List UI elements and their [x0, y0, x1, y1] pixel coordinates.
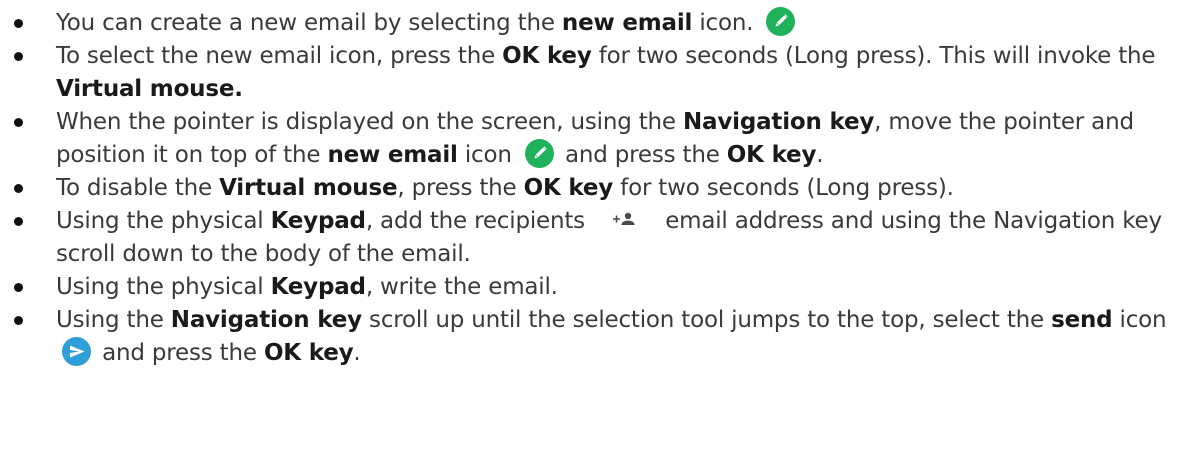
list-item: You can create a new email by selecting … [8, 7, 1201, 40]
list-item: When the pointer is displayed on the scr… [8, 106, 1201, 172]
text-run: scroll up until the selection tool jumps… [361, 307, 1052, 333]
text-run: and press the [557, 142, 727, 168]
text-run: icon. [692, 10, 761, 36]
emphasized-term: Keypad [270, 274, 366, 300]
pencil-icon [766, 7, 796, 36]
list-item: To disable the Virtual mouse, press the … [8, 172, 1201, 205]
list-item: Using the physical Keypad, write the ema… [8, 271, 1201, 304]
text-run: Using the physical [56, 274, 271, 300]
instruction-list: You can create a new email by selecting … [0, 7, 1201, 370]
text-run: You can create a new email by selecting … [56, 10, 562, 36]
list-item: Using the physical Keypad, add the recip… [8, 205, 1201, 271]
text-run: , press the [397, 175, 524, 201]
emphasized-term: Navigation key [170, 307, 362, 333]
add-person-icon [604, 205, 645, 234]
list-item: To select the new email icon, press the … [8, 40, 1201, 106]
list-item: Using the Navigation key scroll up until… [8, 304, 1201, 370]
text-run: When the pointer is displayed on the scr… [56, 109, 683, 135]
text-run: Using the [56, 307, 171, 333]
text-run: , add the recipients [365, 208, 593, 234]
emphasized-term: send [1051, 307, 1113, 333]
send-icon [62, 337, 91, 366]
emphasized-term: OK key [726, 142, 817, 168]
text-run: icon [1112, 307, 1167, 333]
text-run: . [353, 340, 361, 366]
emphasized-term: OK key [263, 340, 354, 366]
text-run: for two seconds (Long press). This will … [591, 43, 1156, 69]
emphasized-term: new email [327, 142, 458, 168]
emphasized-term: Navigation key [683, 109, 875, 135]
emphasized-term: Virtual mouse. [56, 76, 243, 102]
text-run: . [816, 142, 824, 168]
text-run: To disable the [56, 175, 220, 201]
pencil-icon [524, 139, 554, 168]
text-run: for two seconds (Long press). [613, 175, 954, 201]
emphasized-term: OK key [502, 43, 592, 69]
emphasized-term: Virtual mouse [219, 175, 398, 201]
text-run: and press the [95, 340, 264, 366]
emphasized-term: OK key [523, 175, 614, 201]
emphasized-term: new email [561, 10, 693, 36]
emphasized-term: Keypad [270, 208, 366, 234]
text-run: icon [457, 142, 519, 168]
text-run: Using the physical [56, 208, 271, 234]
text-run: To select the new email icon, press the [56, 43, 503, 69]
text-run: , write the email. [365, 274, 558, 300]
